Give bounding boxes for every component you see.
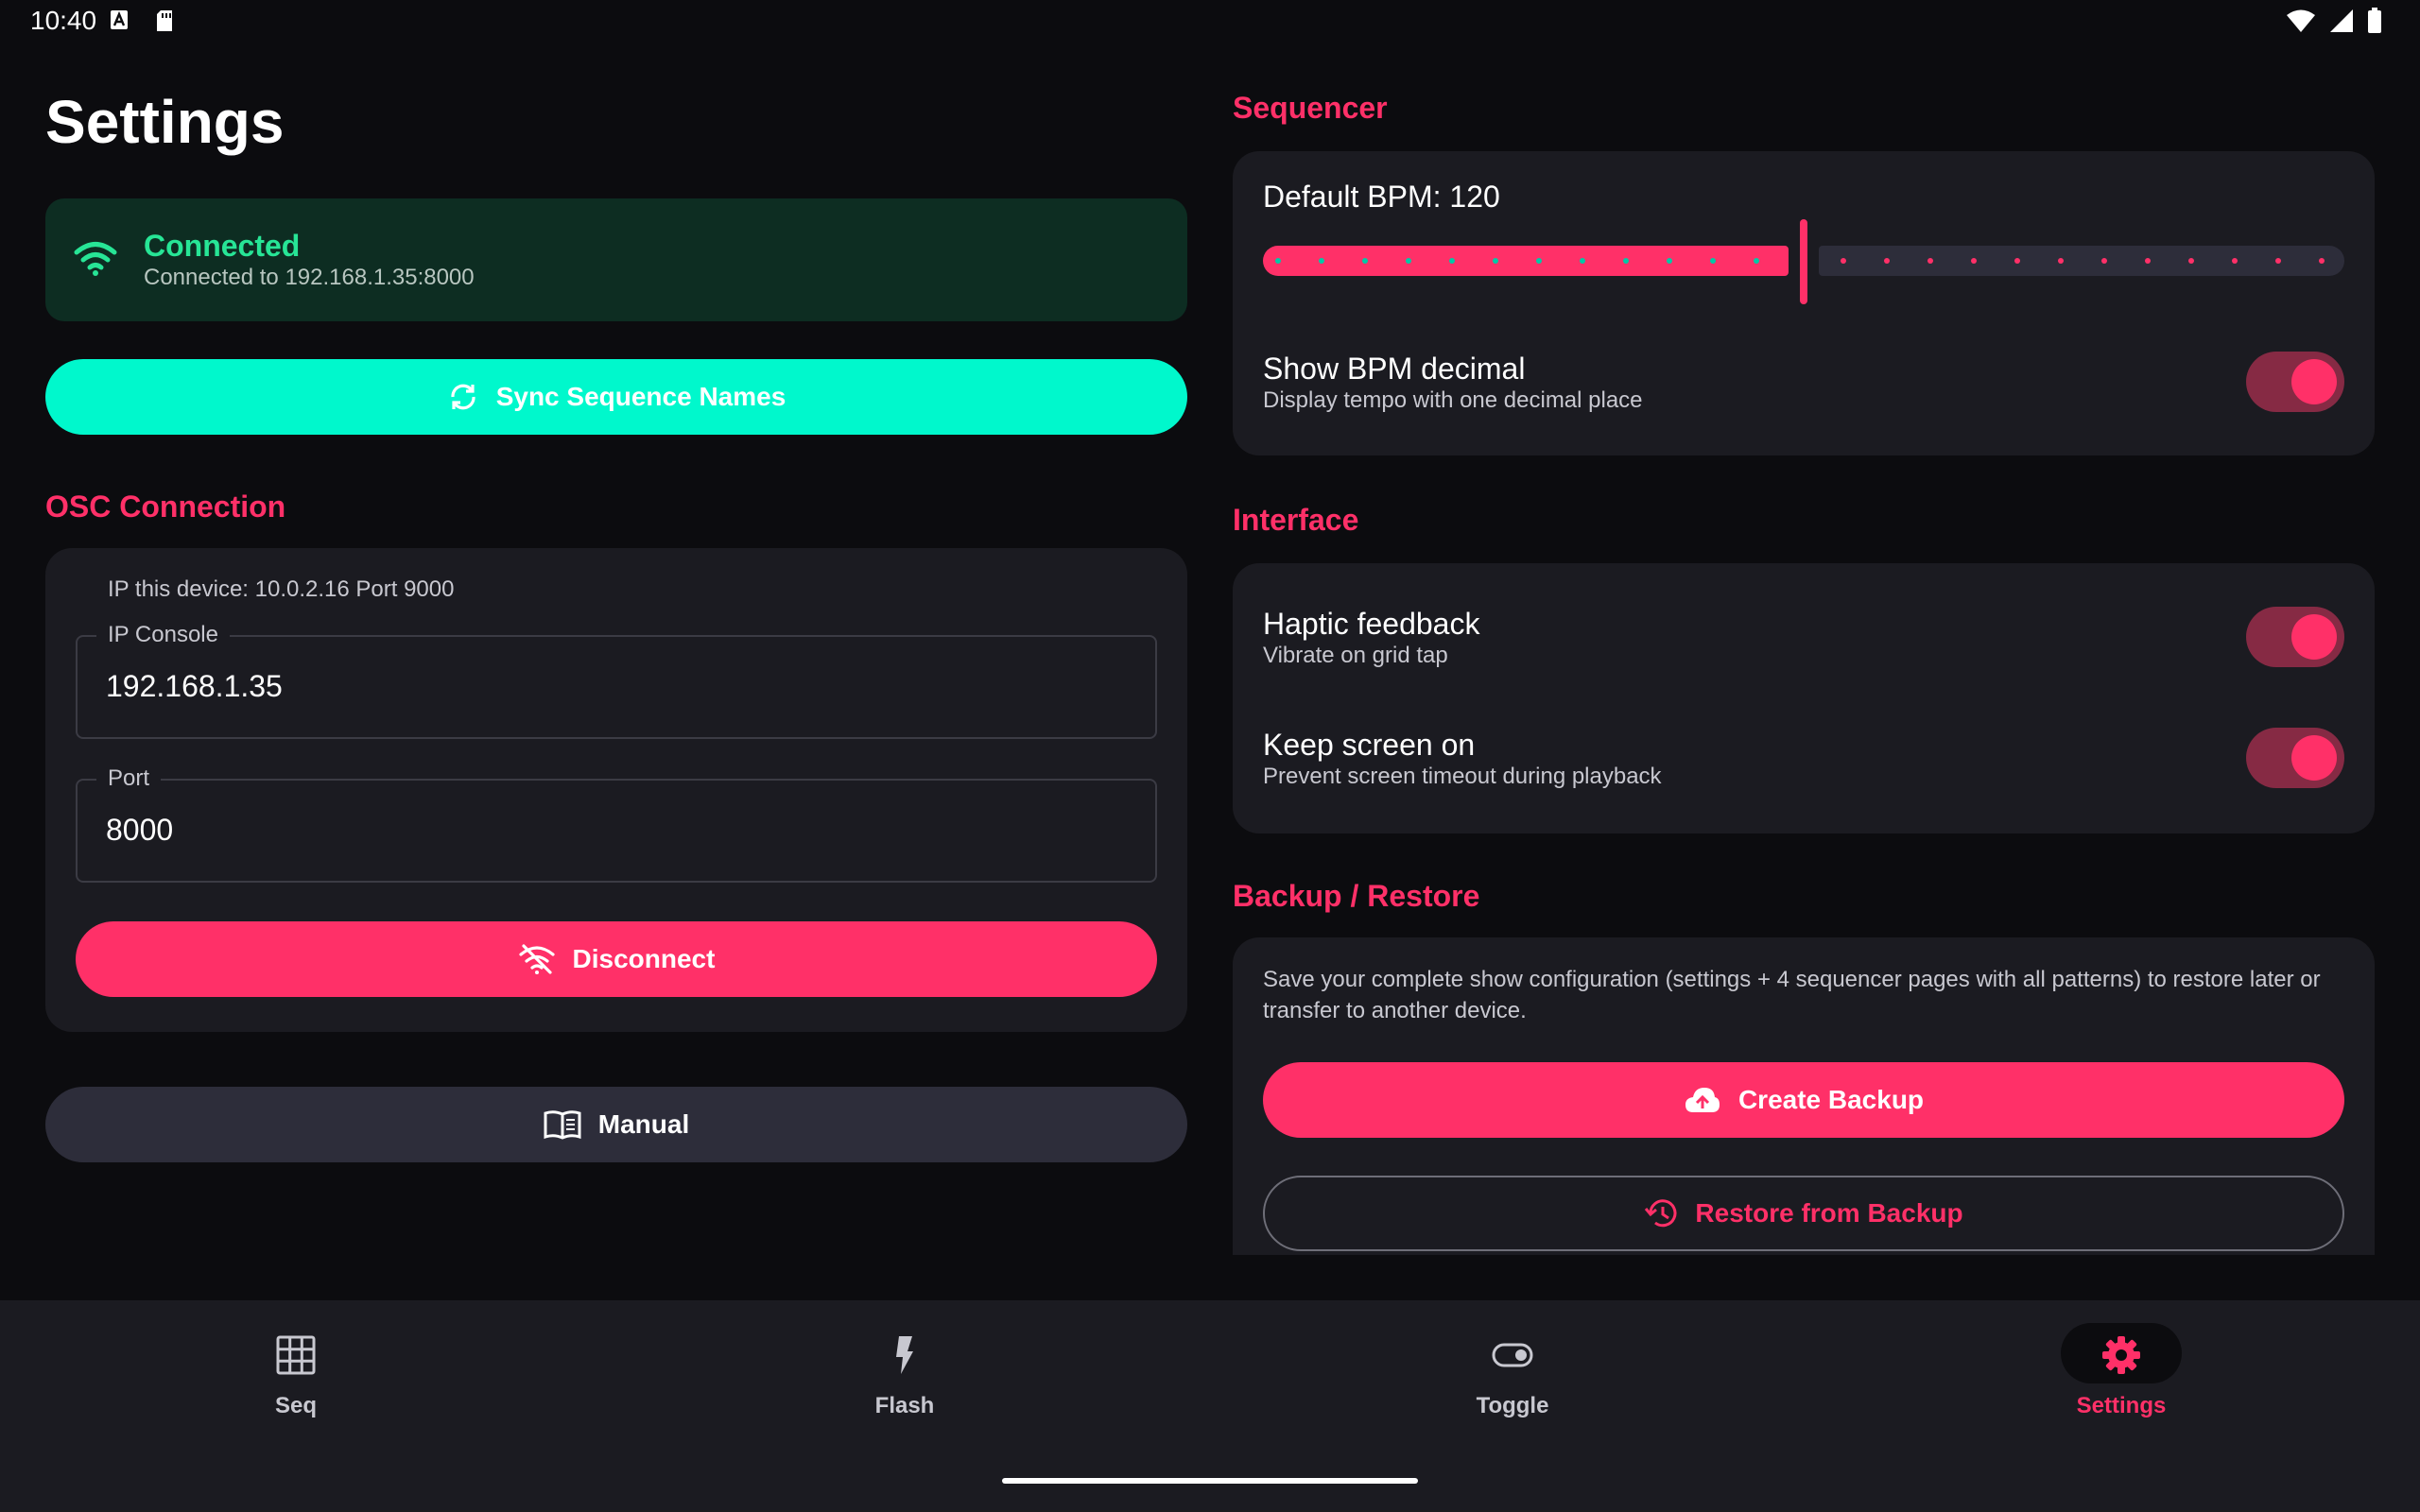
sequencer-section-label: Sequencer [1233, 91, 1388, 125]
bpm-slider-tick [1536, 258, 1542, 264]
disconnect-button[interactable]: Disconnect [76, 921, 1157, 997]
nav-item-seq[interactable]: Seq [182, 1323, 409, 1446]
sync-icon [451, 384, 475, 410]
home-indicator[interactable] [1002, 1478, 1418, 1484]
backup-section-label: Backup / Restore [1233, 879, 1480, 913]
backup-description: Save your complete show configuration (s… [1263, 967, 2321, 1023]
bpm-slider-tick [2188, 258, 2194, 264]
ip-console-label: IP Console [96, 622, 230, 648]
interface-section-label: Interface [1233, 503, 1359, 537]
haptic-feedback-toggle[interactable] [2246, 607, 2344, 667]
bpm-slider-thumb[interactable] [1800, 219, 1807, 304]
flash-icon [896, 1336, 913, 1374]
bpm-slider-tick [1754, 258, 1759, 264]
book-icon [544, 1110, 581, 1140]
bpm-slider-tick [1580, 258, 1585, 264]
manual-button-label: Manual [597, 1109, 690, 1139]
osc-section-label: OSC Connection [45, 490, 286, 524]
ip-console-field[interactable]: IP Console 192.168.1.35 [76, 622, 1157, 739]
sd-card-icon [157, 10, 172, 31]
history-icon [1645, 1199, 1677, 1228]
bpm-slider-tick [1927, 258, 1933, 264]
bpm-slider[interactable] [1263, 217, 2344, 304]
bpm-slider-tick [1841, 258, 1846, 264]
nav-item-settings[interactable]: Settings [2008, 1323, 2235, 1446]
port-label: Port [96, 765, 162, 792]
restore-from-backup-label: Restore from Backup [1695, 1198, 1963, 1228]
ip-console-value[interactable]: 192.168.1.35 [106, 669, 283, 704]
show-bpm-decimal-title: Show BPM decimal [1263, 352, 1526, 386]
bpm-slider-tick [2101, 258, 2107, 264]
sync-sequence-names-button[interactable]: Sync Sequence Names [45, 359, 1187, 435]
keep-screen-on-subtitle: Prevent screen timeout during playback [1263, 764, 1662, 789]
create-backup-label: Create Backup [1737, 1085, 1925, 1114]
bpm-slider-tick [2232, 258, 2238, 264]
wifi-status-icon [2287, 9, 2315, 32]
bpm-slider-tick [2275, 258, 2281, 264]
wifi-connected-icon [74, 242, 117, 276]
bpm-slider-tick [2058, 258, 2064, 264]
manual-button[interactable]: Manual [45, 1087, 1187, 1162]
show-bpm-decimal-subtitle: Display tempo with one decimal place [1263, 387, 1643, 413]
toggle-knob [2291, 359, 2337, 404]
show-bpm-decimal-toggle[interactable] [2246, 352, 2344, 412]
bpm-slider-tick [1319, 258, 1324, 264]
haptic-feedback-title: Haptic feedback [1263, 607, 1480, 641]
signal-icon [2330, 9, 2353, 32]
status-icons [2286, 8, 2382, 34]
gear-icon [2102, 1336, 2140, 1374]
connection-status-title: Connected [144, 229, 301, 263]
connection-status-subtitle: Connected to 192.168.1.35:8000 [144, 265, 475, 290]
wifi-off-icon [518, 944, 555, 974]
sync-button-label: Sync Sequence Names [495, 382, 786, 411]
bpm-slider-tick [1884, 258, 1890, 264]
bpm-slider-inactive-track [1819, 246, 2344, 276]
nav-item-flash[interactable]: Flash [791, 1323, 1018, 1446]
haptic-feedback-subtitle: Vibrate on grid tap [1263, 643, 1448, 668]
toggle-knob [2291, 614, 2337, 660]
toggle-icon [1492, 1343, 1533, 1367]
create-backup-button[interactable]: Create Backup [1263, 1062, 2344, 1138]
bpm-slider-tick [1971, 258, 1977, 264]
interface-card [1233, 563, 2375, 833]
bpm-slider-tick [2319, 258, 2325, 264]
disconnect-button-label: Disconnect [572, 944, 716, 973]
bpm-slider-tick [2145, 258, 2151, 264]
app-notification-icon [111, 10, 128, 29]
connection-status-card: Connected Connected to 192.168.1.35:8000 [45, 198, 1187, 321]
port-value[interactable]: 8000 [106, 813, 173, 848]
bpm-slider-tick [1623, 258, 1629, 264]
keep-screen-on-title: Keep screen on [1263, 728, 1476, 762]
bpm-slider-tick [1493, 258, 1498, 264]
grid-icon [276, 1335, 316, 1375]
status-time: 10:40 [30, 6, 97, 35]
cloud-upload-icon [1685, 1088, 1720, 1112]
nav-label-flash: Flash [874, 1393, 935, 1418]
default-bpm-label: Default BPM: 120 [1263, 180, 1500, 214]
page-title: Settings [45, 88, 285, 156]
nav-item-toggle[interactable]: Toggle [1399, 1323, 1626, 1446]
bpm-slider-tick [1667, 258, 1672, 264]
toggle-knob [2291, 735, 2337, 781]
nav-label-settings: Settings [2076, 1393, 2167, 1418]
keep-screen-on-toggle[interactable] [2246, 728, 2344, 788]
bpm-slider-tick [1406, 258, 1411, 264]
battery-icon [2368, 8, 2381, 33]
bpm-slider-tick [1362, 258, 1368, 264]
bpm-slider-tick [2014, 258, 2020, 264]
status-bar: 10:40 [0, 0, 2420, 45]
port-field[interactable]: Port 8000 [76, 765, 1157, 883]
bpm-slider-tick [1275, 258, 1281, 264]
device-ip-info: IP this device: 10.0.2.16 Port 9000 [108, 576, 455, 602]
nav-label-seq: Seq [274, 1393, 317, 1418]
nav-label-toggle: Toggle [1476, 1393, 1549, 1418]
restore-from-backup-button[interactable]: Restore from Backup [1263, 1176, 2344, 1251]
bpm-slider-tick [1449, 258, 1455, 264]
bpm-slider-tick [1710, 258, 1716, 264]
